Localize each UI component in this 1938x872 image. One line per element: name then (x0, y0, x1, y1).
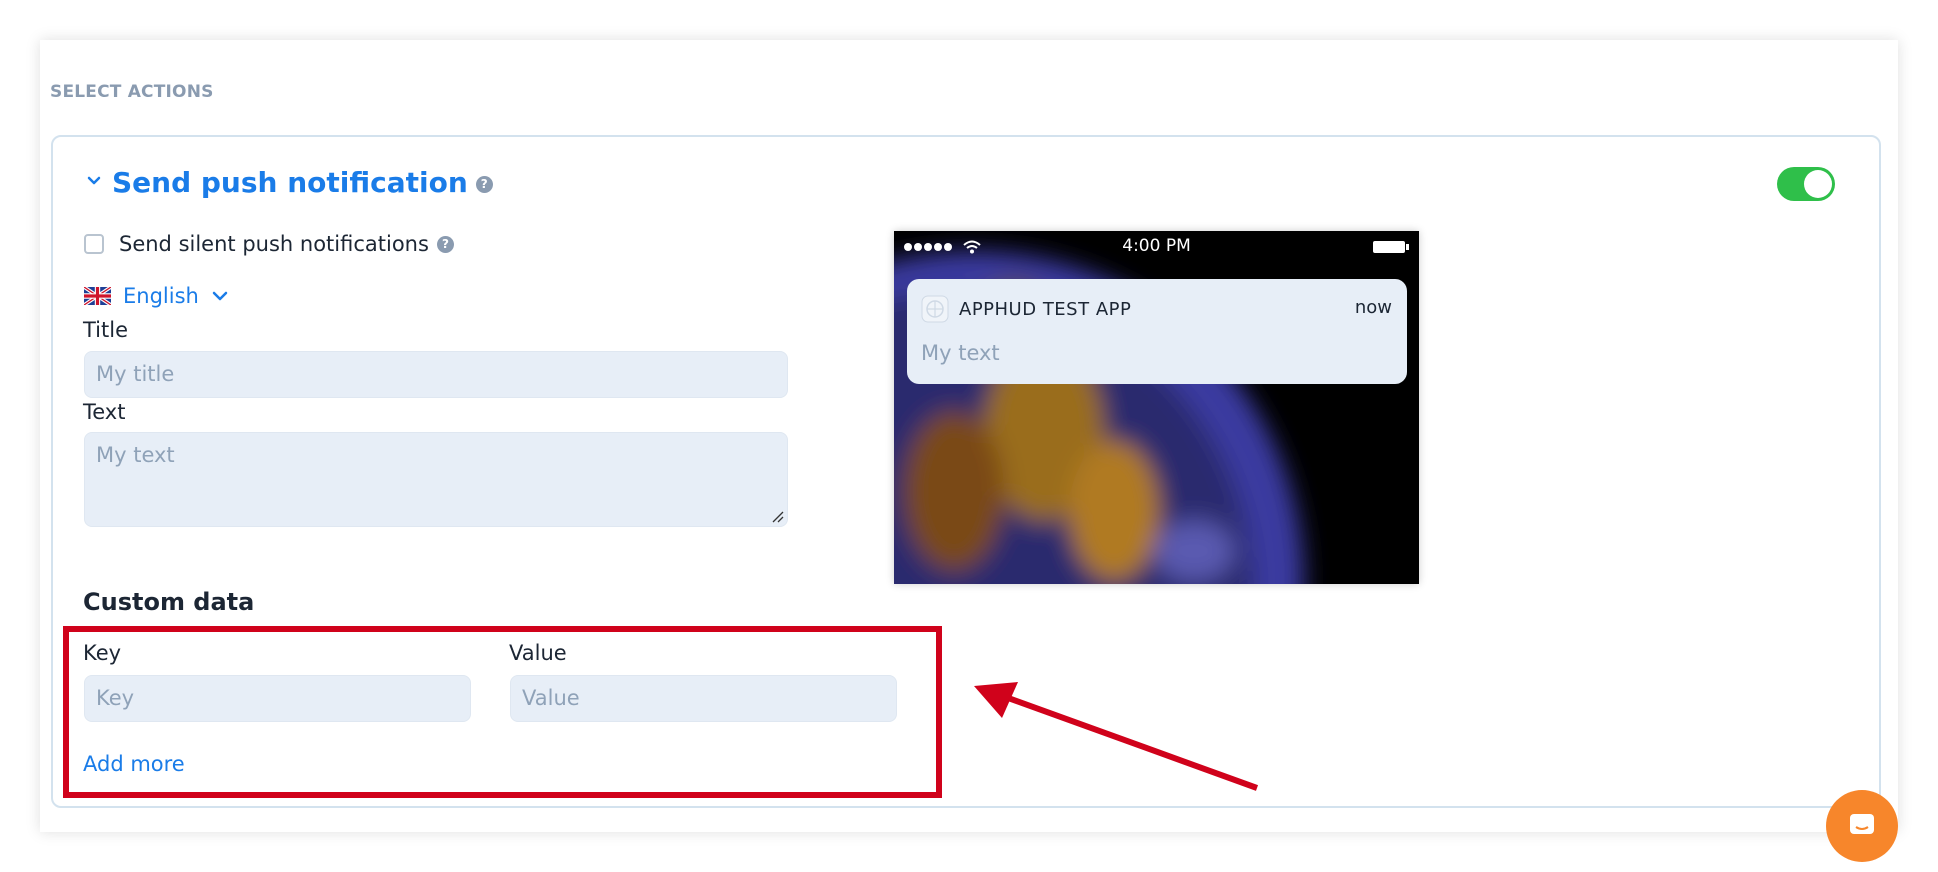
notification-time: now (1354, 297, 1392, 318)
battery-icon (1373, 241, 1409, 253)
action-title[interactable]: Send push notification? (112, 166, 493, 199)
toggle-knob (1804, 170, 1832, 198)
title-placeholder: My title (96, 362, 175, 386)
silent-push-row[interactable]: Send silent push notifications ? (84, 232, 454, 256)
resize-grip-icon[interactable] (772, 511, 784, 523)
section-label: SELECT ACTIONS (50, 82, 214, 102)
action-title-text: Send push notification (112, 166, 468, 199)
language-label: English (123, 284, 199, 308)
title-label: Title (83, 318, 129, 342)
annotation-highlight-frame (63, 626, 942, 798)
action-toggle[interactable] (1777, 167, 1835, 201)
notification-text: My text (921, 341, 1000, 365)
silent-push-checkbox[interactable] (84, 234, 104, 254)
uk-flag-icon (84, 287, 111, 305)
notification-app-name: APPHUD TEST APP (959, 299, 1132, 320)
annotation-arrow (974, 682, 1259, 791)
chat-button[interactable] (1826, 790, 1898, 862)
notification-preview: 4:00 PM APPHUD TEST APP now My text (894, 231, 1419, 584)
app-icon (921, 295, 949, 323)
text-placeholder: My text (96, 443, 175, 467)
help-icon[interactable]: ? (475, 175, 493, 193)
status-time: 4:00 PM (1122, 236, 1191, 256)
chevron-down-icon[interactable] (86, 173, 102, 189)
text-textarea[interactable]: My text (84, 432, 788, 527)
chevron-down-icon (212, 291, 228, 301)
silent-push-label: Send silent push notifications (119, 232, 429, 256)
custom-data-title: Custom data (83, 588, 255, 616)
language-selector[interactable]: English (84, 284, 229, 308)
help-icon[interactable]: ? (436, 235, 454, 253)
chat-icon (1850, 814, 1874, 834)
notification-card: APPHUD TEST APP now My text (907, 279, 1407, 384)
title-input[interactable]: My title (84, 351, 788, 398)
text-label: Text (83, 400, 126, 424)
